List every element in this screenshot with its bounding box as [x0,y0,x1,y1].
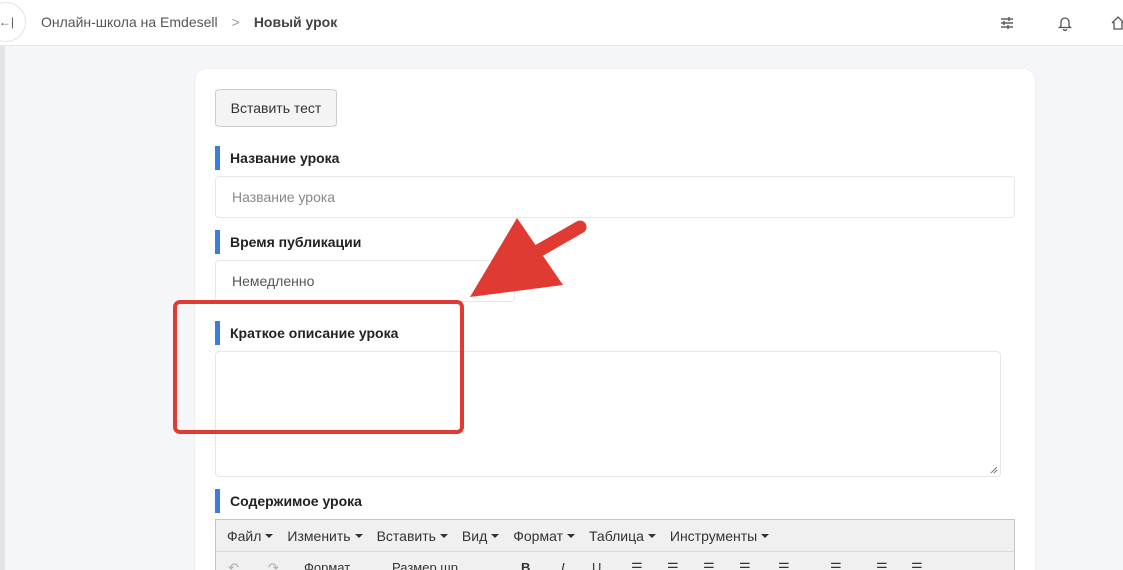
label-accent-bar [215,146,220,170]
menu-format-label: Формат [513,527,563,544]
lesson-name-placeholder: Название урока [232,189,336,205]
home-icon[interactable] [1108,13,1123,33]
outdent-icon[interactable]: ☰ [876,560,888,570]
collapse-sidebar-button[interactable]: ←| [0,2,26,42]
menu-view-label: Вид [461,527,488,544]
sliders-icon[interactable] [997,13,1017,33]
caret-down-icon [439,533,448,538]
sidebar-edge [0,46,5,570]
caret-down-icon [761,533,770,538]
align-center-icon[interactable]: ☰ [667,560,679,570]
insert-test-button[interactable]: Вставить тест [215,89,337,127]
underline-button[interactable]: U [592,560,601,570]
rich-text-editor[interactable]: Файл Изменить Вставить Вид Формат Таблиц… [215,519,1015,570]
menu-view[interactable]: Вид [455,528,506,544]
breadcrumb-chevron-icon: > [231,14,240,30]
annotation-arrow-icon [470,218,587,297]
lesson-name-input[interactable]: Название урока [215,176,1015,218]
resize-grip-icon[interactable] [990,466,998,474]
menu-file-label: Файл [227,527,262,544]
menu-table[interactable]: Таблица [582,528,663,544]
bell-icon[interactable] [1055,13,1075,33]
collapse-sidebar-icon: ←| [0,15,14,29]
menu-format[interactable]: Формат [506,528,582,544]
format-dropdown[interactable]: Формат [304,560,350,570]
caret-down-icon [566,533,575,538]
menu-file[interactable]: Файл [220,528,280,544]
lesson-name-label-text: Название урока [230,150,340,166]
editor-toolbar: ↶ ↷ Формат Размер шр B I U ☰ ☰ ☰ ☰ ☰ ☰ ☰… [216,552,1014,570]
menu-tools[interactable]: Инструменты [663,528,776,544]
italic-button[interactable]: I [561,560,565,570]
align-justify-icon[interactable]: ☰ [739,560,751,570]
menu-insert[interactable]: Вставить [370,528,455,544]
content-label-text: Содержимое урока [230,493,362,509]
top-bar: ←| Онлайн-школа на Emdesell > Новый урок [0,0,1123,46]
caret-down-icon [354,533,363,538]
publish-time-label: Время публикации [215,230,361,254]
caret-down-icon [265,533,274,538]
menu-insert-label: Вставить [376,527,436,544]
publish-time-label-text: Время публикации [230,234,362,250]
undo-icon[interactable]: ↶ [228,560,239,570]
numbered-list-icon[interactable]: ☰ [830,560,842,570]
publish-time-value: Немедленно [232,273,315,289]
caret-down-icon [647,533,656,538]
lesson-name-label: Название урока [215,146,339,170]
align-right-icon[interactable]: ☰ [703,560,715,570]
bold-button[interactable]: B [521,560,530,570]
label-accent-bar [215,489,220,513]
breadcrumb-current: Новый урок [253,14,338,30]
menu-edit[interactable]: Изменить [280,528,369,544]
menu-edit-label: Изменить [287,527,351,544]
indent-icon[interactable]: ☰ [911,560,923,570]
label-accent-bar [215,230,220,254]
redo-icon[interactable]: ↷ [268,560,279,570]
caret-down-icon [491,533,500,538]
menu-table-label: Таблица [588,527,644,544]
breadcrumb-school-link[interactable]: Онлайн-школа на Emdesell [41,13,218,31]
editor-menubar: Файл Изменить Вставить Вид Формат Таблиц… [216,520,1014,552]
bullet-list-icon[interactable]: ☰ [778,560,790,570]
font-size-dropdown[interactable]: Размер шр [392,560,458,570]
menu-tools-label: Инструменты [669,527,758,544]
breadcrumb: Онлайн-школа на Emdesell > Новый урок [41,13,337,31]
align-left-icon[interactable]: ☰ [631,560,643,570]
content-label: Содержимое урока [215,489,362,513]
annotation-highlight-box [173,300,464,434]
